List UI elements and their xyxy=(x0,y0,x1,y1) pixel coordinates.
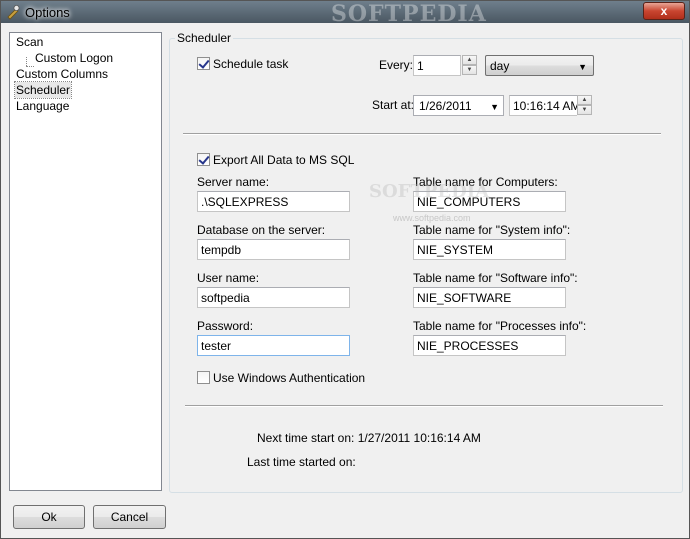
every-unit-select[interactable]: day ▼ xyxy=(485,55,594,76)
export-sql-label: Export All Data to MS SQL xyxy=(213,153,355,167)
tree-item-language[interactable]: Language xyxy=(16,98,69,114)
cancel-button[interactable]: Cancel xyxy=(93,505,166,529)
separator xyxy=(185,405,663,407)
close-button[interactable]: x xyxy=(643,2,685,20)
windows-auth-label: Use Windows Authentication xyxy=(213,371,366,385)
chevron-down-icon[interactable]: ▼ xyxy=(490,100,499,114)
export-sql-checkbox[interactable] xyxy=(197,153,210,166)
user-name-input[interactable]: softpedia xyxy=(197,287,350,308)
every-spinner[interactable]: ▲ ▼ xyxy=(462,55,477,76)
window-title: Options xyxy=(25,5,70,20)
title-bar[interactable]: Options SOFTPEDIA x xyxy=(1,1,689,27)
every-label: Every: xyxy=(379,58,414,72)
chevron-down-icon: ▼ xyxy=(578,62,587,72)
server-name-label: Server name: xyxy=(197,175,270,189)
database-input[interactable]: tempdb xyxy=(197,239,350,260)
spin-up-icon[interactable]: ▲ xyxy=(462,55,477,65)
table-system-input[interactable]: NIE_SYSTEM xyxy=(413,239,566,260)
every-value-input[interactable]: 1 xyxy=(413,55,461,76)
tree-item-custom-logon[interactable]: Custom Logon xyxy=(35,50,113,66)
start-at-label: Start at: xyxy=(372,98,415,112)
client-area: Scan Custom Logon Custom Columns Schedul… xyxy=(1,23,689,538)
tree-item-scheduler[interactable]: Scheduler xyxy=(13,81,73,99)
start-date-picker[interactable]: 1/26/2011 ▼ xyxy=(413,95,504,116)
next-run-text: Next time start on: 1/27/2011 10:16:14 A… xyxy=(257,431,481,445)
tree-item-scan[interactable]: Scan xyxy=(16,34,43,50)
spin-down-icon[interactable]: ▼ xyxy=(462,65,477,75)
tree-connector xyxy=(26,57,27,66)
server-name-input[interactable]: .\SQLEXPRESS xyxy=(197,191,350,212)
user-name-label: User name: xyxy=(197,271,260,285)
password-input[interactable]: tester xyxy=(197,335,350,356)
windows-auth-checkbox[interactable] xyxy=(197,371,210,384)
app-icon xyxy=(7,5,20,20)
group-title: Scheduler xyxy=(175,31,234,45)
password-label: Password: xyxy=(197,319,254,333)
watermark-url: www.softpedia.com xyxy=(393,213,471,223)
schedule-task-checkbox[interactable] xyxy=(197,57,210,70)
start-time-spinner[interactable]: ▲ ▼ xyxy=(577,95,592,116)
table-software-label: Table name for "Software info": xyxy=(413,271,578,285)
start-date-value: 1/26/2011 xyxy=(419,99,472,113)
table-processes-label: Table name for "Processes info": xyxy=(413,319,587,333)
options-tree[interactable]: Scan Custom Logon Custom Columns Schedul… xyxy=(9,32,162,491)
tree-item-custom-columns[interactable]: Custom Columns xyxy=(16,66,108,82)
table-software-input[interactable]: NIE_SOFTWARE xyxy=(413,287,566,308)
start-time-input[interactable]: 10:16:14 AM xyxy=(509,95,577,116)
separator xyxy=(183,133,661,135)
database-label: Database on the server: xyxy=(197,223,326,237)
schedule-task-label: Schedule task xyxy=(213,57,289,71)
options-window: Options SOFTPEDIA x Scan Custom Logon Cu… xyxy=(0,0,690,539)
every-unit-value: day xyxy=(490,59,510,73)
ok-button[interactable]: Ok xyxy=(13,505,85,529)
spin-up-icon[interactable]: ▲ xyxy=(577,95,592,105)
last-run-text: Last time started on: xyxy=(247,455,356,469)
spin-down-icon[interactable]: ▼ xyxy=(577,105,592,115)
table-processes-input[interactable]: NIE_PROCESSES xyxy=(413,335,566,356)
table-system-label: Table name for "System info": xyxy=(413,223,571,237)
watermark-logo: SOFTPEDIA xyxy=(369,181,490,202)
